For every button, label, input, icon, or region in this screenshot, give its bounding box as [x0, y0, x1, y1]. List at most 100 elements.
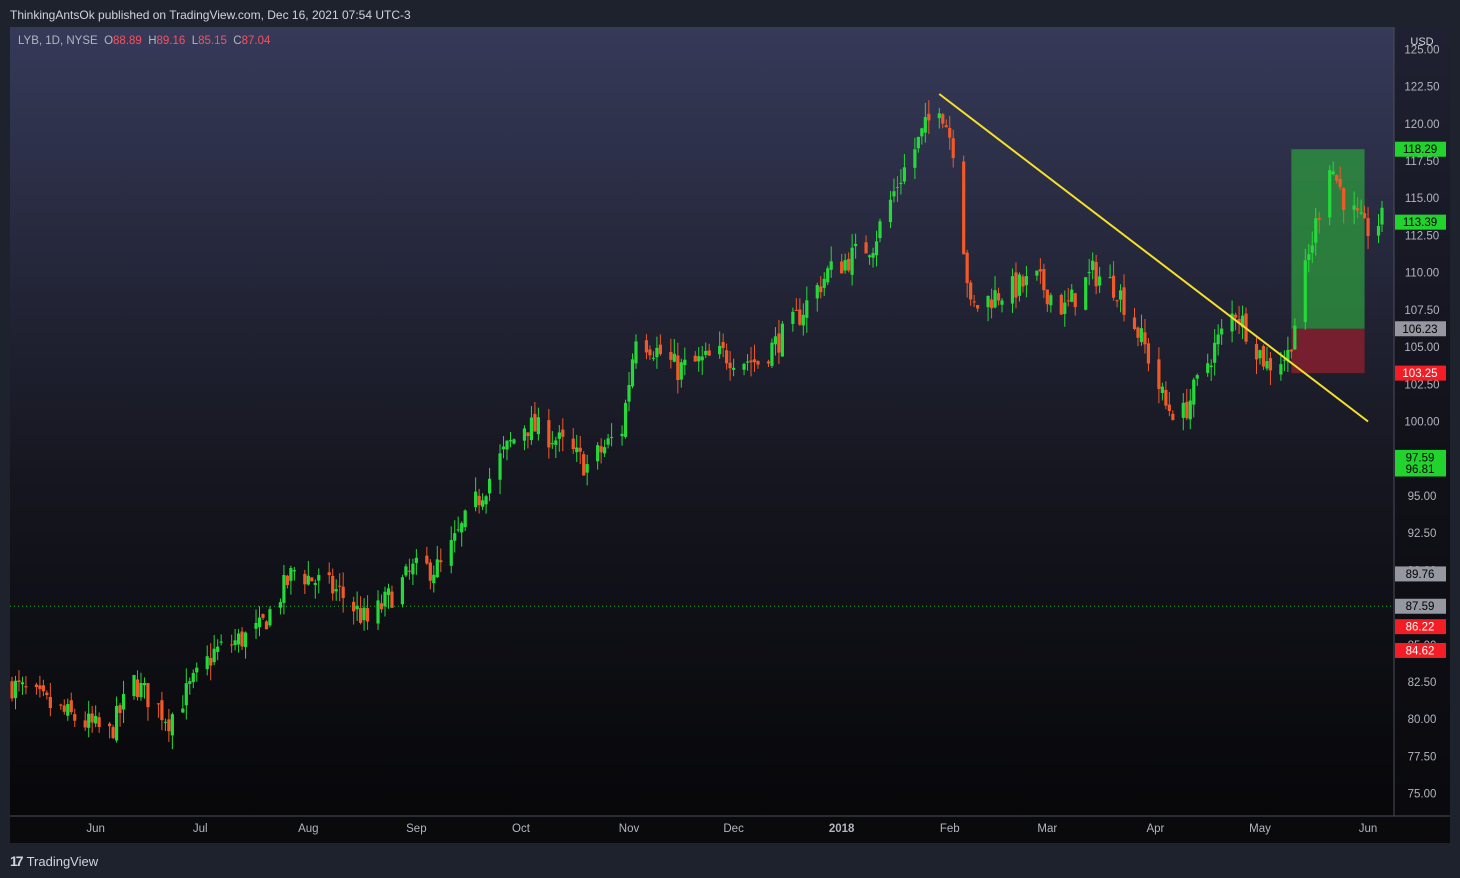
- candle-body: [254, 622, 258, 629]
- candle-body: [10, 681, 14, 699]
- candle-body: [627, 385, 631, 402]
- candle-body: [578, 447, 582, 452]
- candle-body: [306, 575, 310, 585]
- candle-body: [996, 293, 1001, 301]
- candle-body: [1289, 349, 1293, 352]
- candle-body: [707, 350, 711, 356]
- candle-body: [874, 241, 879, 256]
- candle-body: [923, 117, 927, 133]
- candle-body: [94, 715, 98, 724]
- candle-body: [1265, 361, 1269, 369]
- candle-body: [1115, 300, 1119, 302]
- candle-body: [205, 656, 209, 670]
- y-tick-label: 80.00: [1408, 714, 1437, 726]
- candle-body: [1014, 272, 1018, 298]
- candle-body: [536, 417, 540, 435]
- candlestick-chart[interactable]: 75.0077.5080.0082.5085.0087.5090.0092.50…: [10, 27, 1450, 843]
- candle-body: [142, 682, 147, 686]
- candle-body: [508, 440, 513, 442]
- candle-body: [1045, 289, 1049, 305]
- candle-body: [292, 570, 296, 572]
- candle-body: [993, 290, 997, 308]
- candle-body: [146, 683, 150, 708]
- candle-body: [1132, 317, 1137, 329]
- candle-body: [1059, 294, 1063, 315]
- candle-body: [425, 555, 429, 564]
- candle-body: [941, 114, 945, 124]
- candle-body: [669, 351, 673, 360]
- chart-area[interactable]: 75.0077.5080.0082.5085.0087.5090.0092.50…: [10, 27, 1450, 843]
- candle-body: [728, 362, 732, 369]
- candle-body: [181, 708, 185, 713]
- y-tick-label: 112.50: [1405, 230, 1439, 242]
- candle-body: [603, 447, 607, 454]
- candle-body: [1118, 290, 1123, 300]
- x-tick-label: Oct: [512, 823, 531, 835]
- candle-body: [582, 454, 586, 476]
- candle-body: [278, 602, 283, 608]
- candle-body: [386, 588, 391, 596]
- candle-body: [1293, 325, 1297, 350]
- candle-body: [864, 242, 868, 254]
- stop-zone[interactable]: [1291, 328, 1365, 374]
- candle-body: [230, 644, 234, 646]
- candle-body: [268, 609, 272, 626]
- candle-body: [895, 187, 900, 189]
- y-tick-label: 95.00: [1408, 491, 1437, 503]
- candle-body: [972, 301, 976, 303]
- candle-body: [236, 633, 241, 645]
- candle-body: [1335, 174, 1339, 181]
- candle-body: [411, 563, 415, 575]
- target-zone[interactable]: [1291, 149, 1365, 329]
- candle-body: [672, 353, 676, 362]
- candle-body: [69, 700, 73, 713]
- legend-high-label: H: [148, 35, 157, 47]
- candle-body: [840, 261, 844, 274]
- candle-body: [24, 686, 28, 688]
- candle-body: [13, 680, 18, 699]
- candle-body: [1261, 346, 1266, 367]
- candle-body: [658, 344, 662, 355]
- candle-body: [1167, 404, 1171, 411]
- candle-body: [73, 714, 77, 721]
- candle-body: [1122, 287, 1126, 315]
- candle-body: [282, 574, 286, 603]
- candle-body: [620, 433, 624, 437]
- x-tick-label: Aug: [298, 823, 318, 835]
- candle-body: [404, 566, 408, 576]
- candle-body: [484, 496, 488, 505]
- candle-body: [38, 685, 42, 689]
- y-tick-label: 100.00: [1404, 417, 1439, 429]
- y-tick-label: 102.50: [1404, 379, 1439, 391]
- candle-body: [585, 464, 589, 473]
- candle-body: [948, 127, 952, 138]
- candle-body: [390, 591, 394, 608]
- candle-body: [184, 683, 188, 706]
- candle-body: [1091, 260, 1095, 271]
- candle-body: [453, 533, 457, 541]
- x-tick-label: Dec: [723, 823, 744, 835]
- candle-body: [742, 363, 746, 370]
- legend-open-label: O: [104, 35, 114, 47]
- candle-body: [264, 621, 269, 630]
- candle-body: [289, 568, 293, 581]
- price-tag-label: 86.22: [1406, 622, 1435, 634]
- candle-body: [456, 529, 460, 531]
- candle-body: [529, 417, 534, 441]
- candle-body: [888, 199, 893, 223]
- candle-body: [634, 341, 638, 364]
- candle-body: [20, 682, 25, 685]
- footer-bar: 17 TradingView: [0, 843, 1460, 878]
- tradingview-logo[interactable]: 17 TradingView: [10, 853, 98, 869]
- candle-body: [575, 447, 579, 453]
- candle-body: [66, 704, 70, 716]
- price-tag-label: 87.59: [1406, 601, 1435, 613]
- candle-body: [1331, 171, 1335, 175]
- currency-label: USD: [1410, 36, 1433, 48]
- candle-body: [261, 614, 265, 618]
- candle-body: [829, 261, 833, 270]
- candle-body: [474, 491, 478, 508]
- candle-body: [338, 585, 342, 587]
- candle-body: [766, 361, 771, 364]
- candle-body: [843, 260, 847, 271]
